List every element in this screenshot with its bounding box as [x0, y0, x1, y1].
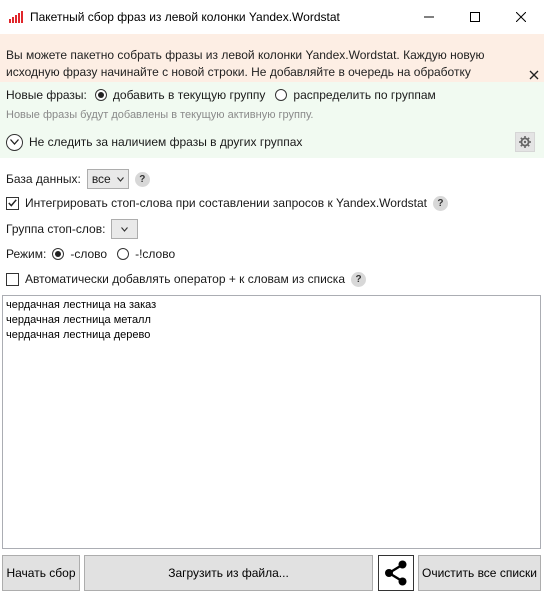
radio-add-current-group[interactable] [94, 89, 107, 101]
load-file-button[interactable]: Загрузить из файла... [84, 555, 373, 591]
phrase-line: чердачная лестница на заказ [6, 299, 157, 311]
share-button[interactable] [378, 555, 414, 591]
group-settings-panel: Новые фразы: добавить в текущую группу р… [0, 82, 544, 158]
stopwords-integration-label[interactable]: Интегрировать стоп-слова при составлении… [25, 196, 427, 210]
mode-minus-exact-word-label[interactable]: -!слово [135, 247, 175, 261]
chevron-down-icon [10, 139, 19, 145]
option-add-current-group-label[interactable]: добавить в текущую группу [113, 88, 266, 102]
chevron-down-icon [121, 226, 129, 232]
window-title: Пакетный сбор фраз из левой колонки Yand… [30, 10, 340, 24]
radio-distribute-groups[interactable] [275, 89, 288, 101]
minimize-icon [424, 16, 434, 18]
phrase-line: чердачная лестница металл [6, 314, 151, 326]
auto-plus-label[interactable]: Автоматически добавлять оператор + к сло… [25, 272, 345, 286]
maximize-button[interactable] [452, 0, 498, 34]
stopword-group-select[interactable] [111, 219, 139, 239]
settings-button[interactable] [515, 132, 535, 152]
new-phrases-hint: Новые фразы будут добавлены в текущую ак… [6, 109, 314, 121]
database-value: все [91, 172, 111, 186]
clear-lists-button[interactable]: Очистить все списки [418, 555, 541, 591]
stopwords-integration-checkbox[interactable] [6, 196, 19, 210]
other-groups-label[interactable]: Не следить за наличием фразы в других гр… [29, 135, 302, 149]
start-button[interactable]: Начать сбор [2, 555, 80, 591]
database-label: База данных: [6, 172, 81, 186]
maximize-icon [470, 12, 480, 22]
close-icon [516, 12, 526, 22]
auto-plus-help-icon[interactable]: ? [351, 271, 366, 287]
new-phrases-label: Новые фразы: [6, 88, 87, 102]
mode-label: Режим: [6, 247, 47, 261]
notice-banner: Вы можете пакетно собрать фразы из левой… [0, 34, 544, 96]
close-button[interactable] [498, 0, 544, 34]
minimize-button[interactable] [406, 0, 452, 34]
phrases-textarea[interactable]: чердачная лестница на заказ чердачная ле… [2, 295, 541, 549]
radio-mode-minus-word[interactable] [52, 248, 65, 260]
stopwords-help-icon[interactable]: ? [432, 195, 448, 211]
radio-mode-minus-exact-word[interactable] [117, 248, 130, 260]
database-help-icon[interactable]: ? [134, 171, 150, 187]
mode-minus-word-label[interactable]: -слово [70, 247, 107, 261]
checkmark-icon [8, 199, 17, 207]
database-select[interactable]: все [86, 169, 129, 189]
notice-close-icon[interactable] [528, 69, 540, 81]
chevron-down-icon [116, 176, 124, 182]
share-icon [385, 560, 407, 586]
gear-icon [519, 136, 531, 148]
bar-chart-icon [9, 11, 23, 23]
auto-plus-checkbox[interactable] [6, 272, 19, 286]
expand-toggle[interactable] [6, 133, 23, 151]
phrase-line: чердачная лестница дерево [6, 329, 151, 341]
option-distribute-groups-label[interactable]: распределить по группам [293, 88, 435, 102]
title-bar: Пакетный сбор фраз из левой колонки Yand… [0, 0, 544, 34]
stopword-group-label: Группа стоп-слов: [6, 222, 106, 236]
